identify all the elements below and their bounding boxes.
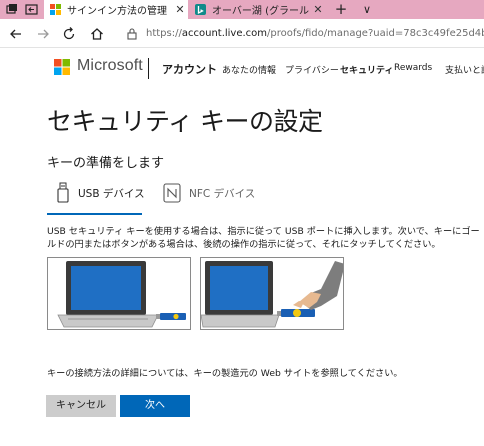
tab-title: サインイン方法の管理 (67, 6, 167, 17)
page-title: セキュリティ キーの設定 (47, 107, 323, 136)
url-host: account.live.com (181, 28, 268, 39)
illustration-touch-key (200, 257, 344, 330)
laptop-usb-icon (57, 261, 186, 328)
nav-privacy[interactable]: プライバシー (285, 63, 339, 76)
home-icon[interactable] (89, 26, 105, 42)
next-button[interactable]: 次へ (120, 395, 190, 417)
site-header: Microsoft アカウント あなたの情報 プライバシー セキュリティ Rew… (0, 48, 484, 90)
browser-tab-strip: サインイン方法の管理 ✕ オーバー湖 (グラールス州) スイス ✕ + ∨ (0, 0, 484, 19)
tab-close-icon[interactable]: ✕ (172, 3, 188, 16)
tab-aside-icon[interactable] (24, 2, 39, 17)
back-icon[interactable] (8, 26, 24, 42)
refresh-icon[interactable] (61, 26, 77, 42)
header-divider (148, 58, 149, 79)
nav-payment-billing[interactable]: 支払いと請 (445, 63, 484, 76)
nfc-icon (163, 183, 181, 203)
microsoft-wordmark[interactable]: Microsoft (77, 57, 143, 75)
tab-manage-signin[interactable]: サインイン方法の管理 ✕ (44, 0, 188, 19)
microsoft-logo-icon[interactable] (54, 59, 70, 75)
forward-icon[interactable] (35, 26, 51, 42)
new-tab-button[interactable]: + (330, 0, 352, 19)
url-path: /proofs/fido/manage?uaid=78c3c49fe25d4b3… (267, 28, 484, 39)
laptop-touch-icon (201, 261, 343, 328)
account-brand-link[interactable]: アカウント (162, 61, 217, 77)
nav-security[interactable]: セキュリティ (340, 63, 393, 76)
tab-nfc-device[interactable]: NFC デバイス (163, 182, 255, 216)
tab-label: NFC デバイス (189, 188, 256, 200)
tab-actions-icon[interactable] (4, 2, 19, 17)
tab-label: USB デバイス (78, 188, 145, 200)
tab-close-icon[interactable]: ✕ (310, 3, 326, 16)
nav-your-info[interactable]: あなたの情報 (222, 63, 276, 76)
nav-rewards[interactable]: Rewards (394, 63, 432, 73)
manufacturer-note: キーの接続方法の詳細については、キーの製造元の Web サイトを参照してください… (47, 368, 403, 379)
instructions-text: USB セキュリティ キーを使用する場合は、指示に従って USB ポートに挿入し… (47, 226, 480, 250)
illustration-insert-key (47, 257, 191, 330)
selected-tab-indicator (47, 213, 142, 215)
tab-usb-device[interactable]: USB デバイス (56, 182, 145, 216)
cancel-button[interactable]: キャンセル (46, 395, 116, 417)
microsoft-favicon-icon (50, 4, 61, 15)
tab-list-menu-icon[interactable]: ∨ (358, 0, 376, 19)
lock-icon[interactable] (126, 27, 138, 40)
tab-bing[interactable]: オーバー湖 (グラールス州) スイス ✕ (190, 0, 326, 19)
bing-favicon-icon (195, 4, 206, 15)
tab-title: オーバー湖 (グラールス州) スイス (212, 6, 310, 17)
address-bar-input[interactable]: https://account.live.com/proofs/fido/man… (146, 24, 484, 43)
browser-toolbar: https://account.live.com/proofs/fido/man… (0, 19, 484, 48)
url-scheme: https:// (146, 28, 182, 39)
usb-icon (57, 182, 69, 203)
section-subtitle: キーの準備をします (47, 156, 165, 171)
